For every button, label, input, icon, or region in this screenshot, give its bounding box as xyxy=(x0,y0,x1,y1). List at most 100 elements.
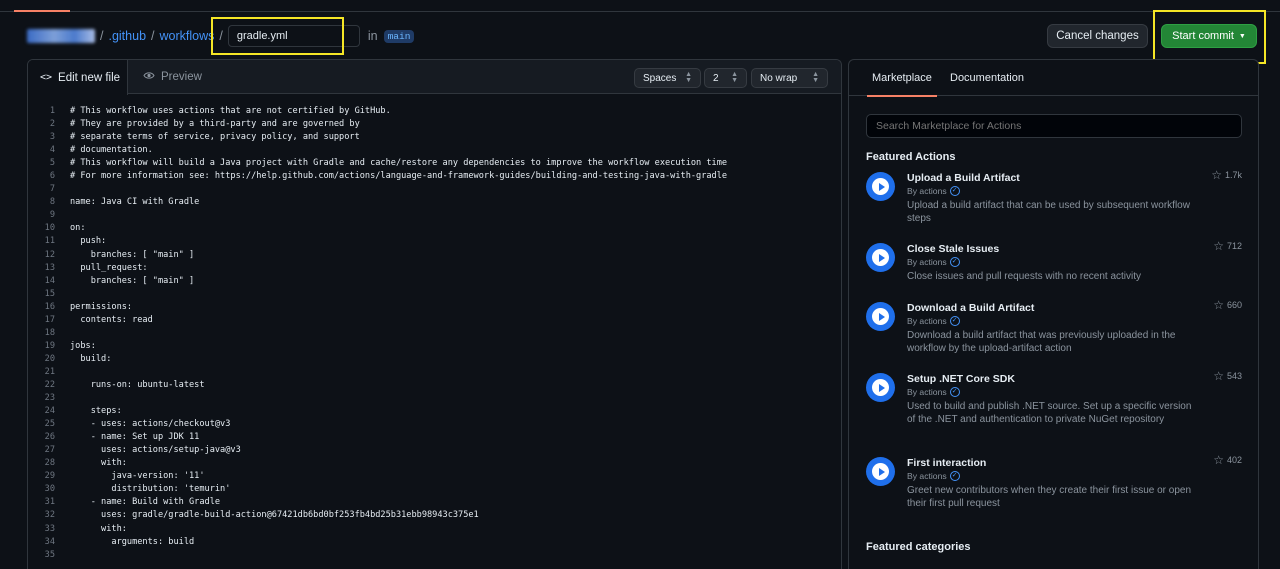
action-author-label: By actions xyxy=(907,316,947,326)
action-description: Used to build and publish .NET source. S… xyxy=(907,401,1192,425)
play-triangle xyxy=(878,467,885,476)
code-area[interactable]: 1 # This workflow uses actions that are n… xyxy=(28,105,727,562)
indent-size-select[interactable]: 2 ▲ ▼ xyxy=(704,68,747,88)
action-title[interactable]: Upload a Build Artifact xyxy=(907,172,1020,184)
code-icon: <> xyxy=(40,72,53,83)
line-number: 14 xyxy=(44,275,55,286)
code-line: 9 xyxy=(28,209,727,222)
sidebar-panel: Marketplace Documentation Featured Actio… xyxy=(848,59,1259,569)
code-line: 35 xyxy=(28,549,727,562)
breadcrumb-github-link[interactable]: .github xyxy=(108,29,146,43)
play-triangle xyxy=(878,312,885,321)
eye-icon xyxy=(143,71,155,83)
line-text: branches: [ "main" ] xyxy=(70,249,195,260)
code-line: 24 steps: xyxy=(28,405,727,418)
tab-documentation[interactable]: Documentation xyxy=(950,60,1024,96)
star-count: 660 xyxy=(1226,300,1242,310)
line-number: 17 xyxy=(44,314,55,325)
active-tab-underline xyxy=(14,10,70,12)
code-line: 23 xyxy=(28,392,727,405)
verified-check-icon: ✓ xyxy=(949,471,960,481)
play-icon xyxy=(866,172,895,201)
code-line: 2 # They are provided by a third-party an… xyxy=(28,118,727,131)
cancel-changes-button[interactable]: Cancel changes xyxy=(1047,24,1148,48)
line-text xyxy=(55,288,70,301)
play-icon xyxy=(866,373,895,402)
star-count: 712 xyxy=(1226,241,1242,251)
line-number: 35 xyxy=(44,549,55,560)
code-line: 28 with: xyxy=(28,457,727,470)
line-text: # documentation. xyxy=(70,145,153,156)
line-number: 10 xyxy=(44,223,55,234)
action-stars: ☆ 402 xyxy=(1213,453,1242,467)
play-icon-inner xyxy=(872,249,889,266)
code-line: 15 xyxy=(28,288,727,301)
tab-edit-new-file[interactable]: <> Edit new file xyxy=(28,60,128,95)
action-author-label: By actions xyxy=(907,186,947,196)
wrap-mode-select[interactable]: No wrap ▲ ▼ xyxy=(751,68,828,88)
indent-mode-select[interactable]: Spaces ▲ ▼ xyxy=(634,68,701,88)
line-text: - uses: actions/checkout@v3 xyxy=(70,419,231,430)
line-text: # This workflow will build a Java projec… xyxy=(70,158,728,169)
code-line: 29 java-version: '11' xyxy=(28,470,727,483)
featured-categories-title: Featured categories xyxy=(866,541,971,553)
line-number: 31 xyxy=(44,497,55,508)
code-line: 4 # documentation. xyxy=(28,144,727,157)
commit-highlight-box xyxy=(1153,10,1266,64)
in-label: in xyxy=(367,29,378,43)
code-line: 31 - name: Build with Gradle xyxy=(28,496,727,509)
star-icon: ☆ xyxy=(1213,453,1224,467)
code-line: 22 runs-on: ubuntu-latest xyxy=(28,379,727,392)
line-number: 29 xyxy=(44,471,55,482)
action-title[interactable]: First interaction xyxy=(907,457,986,469)
line-text: with: xyxy=(70,458,127,469)
line-text: permissions: xyxy=(70,301,133,312)
play-icon xyxy=(866,302,895,331)
action-stars: ☆ 660 xyxy=(1213,298,1242,312)
code-line: 3 # separate terms of service, privacy po… xyxy=(28,131,727,144)
featured-actions-title: Featured Actions xyxy=(866,151,956,163)
play-triangle xyxy=(878,383,885,392)
line-number: 8 xyxy=(49,197,55,208)
repo-name-redacted[interactable] xyxy=(27,29,95,43)
action-stars: ☆ 712 xyxy=(1213,239,1242,253)
line-number: 26 xyxy=(44,432,55,443)
indent-mode-value: Spaces xyxy=(643,72,677,84)
editor-header: <> Edit new file Preview Spaces ▲ ▼ 2 ▲ ▼ … xyxy=(28,60,841,95)
action-title[interactable]: Download a Build Artifact xyxy=(907,302,1034,314)
line-number: 16 xyxy=(44,301,55,312)
line-text: with: xyxy=(70,523,127,534)
code-line: 25 - uses: actions/checkout@v3 xyxy=(28,418,727,431)
wrap-mode-value: No wrap xyxy=(760,72,798,84)
line-text: jobs: xyxy=(70,340,96,351)
code-line: 34 arguments: build xyxy=(28,536,727,549)
line-number: 11 xyxy=(44,236,55,247)
line-number: 12 xyxy=(44,249,55,260)
line-text: # separate terms of service, privacy pol… xyxy=(70,132,360,143)
line-number: 23 xyxy=(44,393,55,404)
line-number: 24 xyxy=(44,406,55,417)
action-author: By actions ✓ xyxy=(907,471,960,481)
action-title[interactable]: Setup .NET Core SDK xyxy=(907,373,1015,385)
tab-preview[interactable]: Preview xyxy=(143,60,202,94)
play-icon xyxy=(866,243,895,272)
play-icon-inner xyxy=(872,379,889,396)
line-number: 19 xyxy=(44,340,55,351)
tab-marketplace[interactable]: Marketplace xyxy=(867,60,937,97)
action-title[interactable]: Close Stale Issues xyxy=(907,243,999,255)
branch-badge: main xyxy=(383,29,415,43)
sidebar-tabs: Marketplace Documentation xyxy=(849,60,1258,97)
line-number: 25 xyxy=(44,419,55,430)
code-line: 19 jobs: xyxy=(28,340,727,353)
breadcrumb-workflows-link[interactable]: workflows xyxy=(160,29,215,43)
line-number: 15 xyxy=(44,288,55,299)
code-line: 30 distribution: 'temurin' xyxy=(28,483,727,496)
marketplace-search-input[interactable] xyxy=(866,114,1242,138)
star-icon: ☆ xyxy=(1213,298,1224,312)
code-line: 20 build: xyxy=(28,353,727,366)
line-text: steps: xyxy=(70,406,122,417)
breadcrumb-separator: / xyxy=(151,29,155,43)
code-line: 18 xyxy=(28,327,727,340)
line-text xyxy=(55,183,70,196)
code-line: 14 branches: [ "main" ] xyxy=(28,275,727,288)
